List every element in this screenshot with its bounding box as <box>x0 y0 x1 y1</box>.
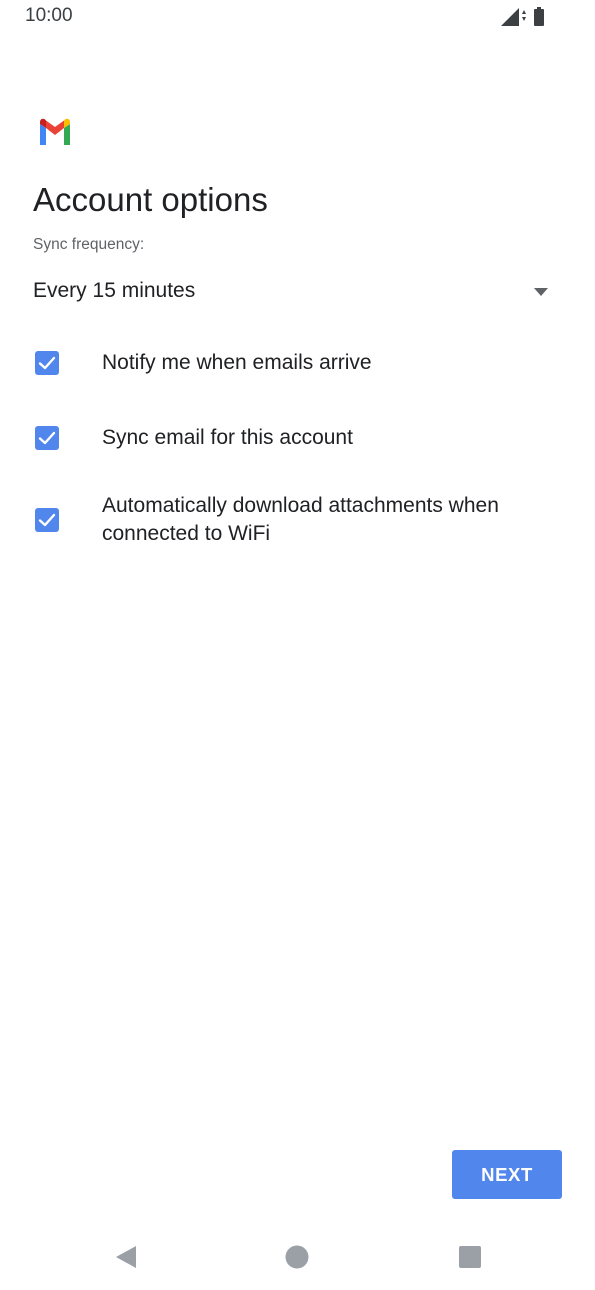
signal-icon <box>501 8 519 26</box>
back-icon[interactable] <box>113 1244 139 1270</box>
download-attachments-checkbox[interactable] <box>35 508 59 532</box>
sync-email-label: Sync email for this account <box>102 426 353 449</box>
dropdown-arrow-icon <box>534 288 548 296</box>
checkmark-icon <box>38 356 56 370</box>
sync-email-checkbox[interactable] <box>35 426 59 450</box>
page-title: Account options <box>33 181 268 218</box>
sync-frequency-label: Sync frequency: <box>33 236 145 253</box>
status-time: 10:00 <box>25 5 73 26</box>
checkmark-icon <box>38 513 56 527</box>
recents-icon[interactable] <box>457 1244 483 1270</box>
download-attachments-label: Automatically download attachments when … <box>102 494 499 545</box>
notify-checkbox[interactable] <box>35 351 59 375</box>
notify-option[interactable]: Notify me when emails arrive <box>0 346 595 382</box>
checkmark-icon <box>38 431 56 445</box>
notify-label: Notify me when emails arrive <box>102 351 372 374</box>
sync-email-option[interactable]: Sync email for this account <box>0 421 595 457</box>
status-bar: 10:00 <box>0 0 595 36</box>
gmail-logo <box>40 118 70 145</box>
data-arrows-icon <box>522 10 526 21</box>
navigation-bar <box>0 1222 595 1290</box>
download-attachments-option[interactable]: Automatically download attachments when … <box>0 490 595 550</box>
sync-frequency-dropdown[interactable]: Every 15 minutes <box>33 272 555 314</box>
status-icons <box>501 7 544 26</box>
sync-frequency-value: Every 15 minutes <box>33 279 196 302</box>
battery-icon <box>534 7 544 26</box>
next-button[interactable]: NEXT <box>452 1150 562 1199</box>
home-icon[interactable] <box>284 1244 310 1270</box>
